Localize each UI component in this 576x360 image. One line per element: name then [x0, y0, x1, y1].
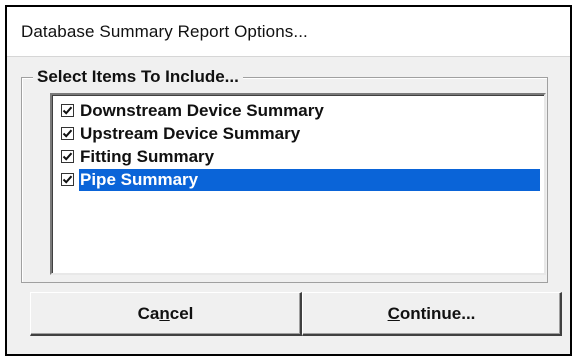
checkmark-icon — [62, 106, 73, 115]
title-bar[interactable]: Database Summary Report Options... — [7, 7, 570, 57]
checkmark-icon — [62, 129, 73, 138]
continue-mnemonic: C — [387, 303, 400, 323]
list-item-label: Upstream Device Summary — [80, 123, 301, 143]
items-checklist[interactable]: Downstream Device Summary Upstream Devic… — [50, 93, 546, 275]
cancel-label-prefix: Ca — [137, 303, 160, 323]
cancel-mnemonic: n — [159, 303, 170, 323]
list-item-downstream-device-summary[interactable]: Downstream Device Summary — [53, 99, 544, 122]
dialog-window: Database Summary Report Options... Selec… — [5, 5, 572, 356]
window-title: Database Summary Report Options... — [21, 22, 308, 41]
continue-button[interactable]: Continue... — [302, 292, 562, 336]
items-group-label: Select Items To Include... — [33, 67, 243, 87]
dialog-client-area: Select Items To Include... Downstream De… — [7, 57, 570, 354]
checkbox-upstream-device-summary[interactable] — [61, 127, 74, 140]
list-item-label: Downstream Device Summary — [80, 100, 324, 120]
list-item-upstream-device-summary[interactable]: Upstream Device Summary — [53, 122, 544, 145]
checkmark-icon — [62, 152, 73, 161]
list-item-label: Pipe Summary — [79, 168, 540, 191]
list-item-label: Fitting Summary — [80, 146, 215, 166]
cancel-button[interactable]: Ca n cel — [30, 292, 302, 336]
checkmark-icon — [62, 175, 73, 184]
checklist-inner: Downstream Device Summary Upstream Devic… — [52, 95, 544, 273]
checkbox-pipe-summary[interactable] — [61, 173, 74, 186]
list-item-fitting-summary[interactable]: Fitting Summary — [53, 145, 544, 168]
cancel-label-suffix: cel — [169, 303, 194, 323]
list-item-pipe-summary[interactable]: Pipe Summary — [53, 168, 544, 191]
checkbox-fitting-summary[interactable] — [61, 150, 74, 163]
checkbox-downstream-device-summary[interactable] — [61, 104, 74, 117]
continue-label-suffix: ontinue... — [399, 303, 476, 323]
